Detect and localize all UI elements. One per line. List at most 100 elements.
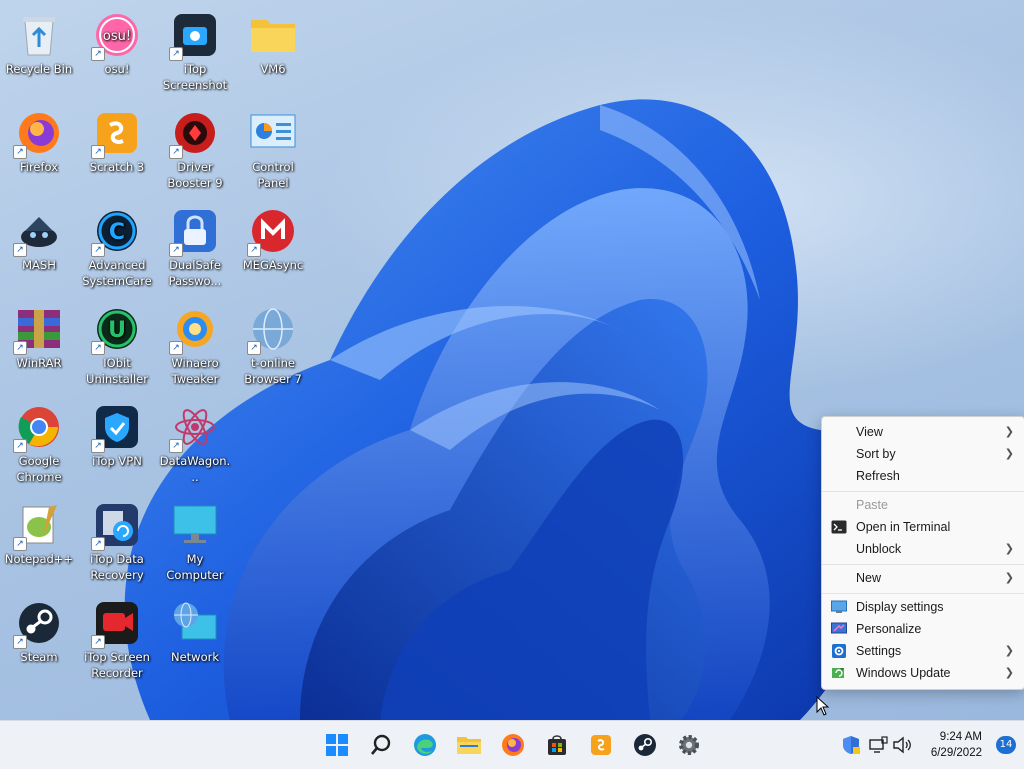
notification-badge[interactable]: 14	[996, 736, 1016, 754]
taskbar-edge[interactable]	[409, 729, 441, 761]
desktop[interactable]: Recycle Bin osu! ↗ osu! ↗ iTop Screenshot VM6 ↗…	[0, 0, 1024, 720]
desktop-icon-winrar[interactable]: ↗ WinRAR	[0, 299, 78, 371]
desktop-icon-chrome[interactable]: ↗ Google Chrome	[0, 397, 78, 485]
desktop-icon-itop-screenshot[interactable]: ↗ iTop Screenshot	[156, 5, 234, 93]
firefox-icon	[502, 734, 524, 756]
svg-text:osu!: osu!	[103, 29, 131, 44]
clock-time: 9:24 AM	[939, 731, 982, 743]
taskbar-steam[interactable]	[629, 729, 661, 761]
menu-item-paste: Paste	[822, 494, 1024, 516]
display-icon	[831, 600, 847, 613]
search-button[interactable]	[365, 729, 397, 761]
desktop-icon-label: VM6	[260, 62, 286, 76]
desktop-icon-label: Notepad++	[4, 552, 74, 566]
desktop-icon-network[interactable]: Network	[156, 593, 234, 665]
file-explorer-icon	[457, 737, 481, 754]
chrome-icon: ↗	[13, 403, 63, 453]
desktop-icon-my-computer[interactable]: My Computer	[156, 495, 234, 583]
desktop-icon-megasync[interactable]: ↗ MEGAsync	[234, 201, 312, 273]
start-button[interactable]	[321, 729, 353, 761]
desktop-icon-vm6[interactable]: VM6	[234, 5, 312, 77]
desktop-icon-dualsafe[interactable]: ↗ DualSafe Passwo...	[156, 201, 234, 289]
search-icon	[371, 734, 391, 755]
desktop-icon-control-panel[interactable]: Control Panel	[234, 103, 312, 191]
chevron-right-icon: ❯	[1004, 572, 1014, 584]
shortcut-arrow-icon: ↗	[169, 341, 183, 355]
desktop-icon-label: iTop Screen Recorder	[84, 650, 150, 680]
desktop-icon-iobit-uninstaller[interactable]: U ↗ IObit Uninstaller	[78, 299, 156, 387]
chevron-right-icon: ❯	[1004, 645, 1014, 657]
shortcut-arrow-icon: ↗	[91, 145, 105, 159]
menu-item-refresh-label: Refresh	[856, 469, 900, 483]
chevron-right-icon: ❯	[1004, 426, 1014, 438]
desktop-icon-label: MEGAsync	[242, 258, 304, 272]
desktop-icon-winaero[interactable]: ↗ Winaero Tweaker	[156, 299, 234, 387]
desktop-icon-mash[interactable]: ↗ MASH	[0, 201, 78, 273]
screen-recorder-icon: ↗	[91, 599, 141, 649]
desktop-icon-label: Advanced SystemCare	[82, 258, 152, 288]
shortcut-arrow-icon: ↗	[91, 537, 105, 551]
menu-item-view[interactable]: View ❯	[822, 421, 1024, 443]
menu-item-settings-label: Settings	[856, 644, 902, 658]
menu-item-new[interactable]: New ❯	[822, 567, 1024, 589]
desktop-icon-label: Steam	[20, 650, 58, 664]
network-icon	[171, 599, 219, 647]
desktop-icon-label: IObit Uninstaller	[86, 356, 148, 386]
clock[interactable]: 9:24 AM 6/29/2022	[931, 729, 982, 761]
gear-icon	[832, 644, 846, 658]
menu-item-windows-update[interactable]: Windows Update ❯	[822, 662, 1024, 684]
shortcut-arrow-icon: ↗	[169, 145, 183, 159]
taskbar-store[interactable]	[541, 729, 573, 761]
menu-item-sort-by[interactable]: Sort by ❯	[822, 443, 1024, 465]
volume-icon[interactable]	[892, 735, 912, 755]
shortcut-arrow-icon: ↗	[13, 635, 27, 649]
data-recovery-icon: ↗	[91, 501, 141, 551]
desktop-icon-label: Scratch 3	[89, 160, 145, 174]
taskbar-settings[interactable]	[673, 729, 705, 761]
menu-item-settings[interactable]: Settings ❯	[822, 640, 1024, 662]
desktop-icon-label: Winaero Tweaker	[171, 356, 219, 386]
menu-item-refresh[interactable]: Refresh	[822, 465, 1024, 487]
menu-item-personalize[interactable]: Personalize	[822, 618, 1024, 640]
scratch-icon: ↗	[91, 109, 141, 159]
mash-icon: ↗	[13, 207, 63, 257]
desktop-icon-recycle-bin[interactable]: Recycle Bin	[0, 5, 78, 77]
desktop-icon-osu[interactable]: osu! ↗ osu!	[78, 5, 156, 77]
edge-icon	[414, 734, 436, 756]
desktop-icon-notepadpp[interactable]: ↗ Notepad++	[0, 495, 78, 567]
menu-item-unblock-label: Unblock	[856, 542, 902, 556]
taskbar-scratch[interactable]	[585, 729, 617, 761]
menu-item-display-settings[interactable]: Display settings	[822, 596, 1024, 618]
desktop-icon-itop-data-recovery[interactable]: ↗ iTop Data Recovery	[78, 495, 156, 583]
taskbar-file-explorer[interactable]	[453, 729, 485, 761]
desktop-icon-t-online[interactable]: ↗ t-online Browser 7	[234, 299, 312, 387]
desktop-icon-label: iTop Data Recovery	[90, 552, 144, 582]
store-icon	[548, 735, 566, 755]
menu-item-windows-update-label: Windows Update	[856, 666, 951, 680]
shortcut-arrow-icon: ↗	[91, 635, 105, 649]
network-status-icon[interactable]	[868, 735, 888, 755]
menu-item-open-terminal[interactable]: Open in Terminal	[822, 516, 1024, 538]
desktop-icon-datawagon[interactable]: ↗ DataWagon...	[156, 397, 234, 485]
desktop-icon-itop-screen-recorder[interactable]: ↗ iTop Screen Recorder	[78, 593, 156, 681]
windows-start-icon	[326, 734, 348, 756]
desktop-icon-firefox[interactable]: ↗ Firefox	[0, 103, 78, 175]
monitor-icon	[171, 501, 219, 549]
mouse-cursor-icon	[816, 696, 830, 716]
desktop-icon-driver-booster[interactable]: ↗ Driver Booster 9	[156, 103, 234, 191]
menu-item-unblock[interactable]: Unblock ❯	[822, 538, 1024, 560]
taskbar-firefox[interactable]	[497, 729, 529, 761]
desktop-icon-scratch3[interactable]: ↗ Scratch 3	[78, 103, 156, 175]
shortcut-arrow-icon: ↗	[91, 243, 105, 257]
chevron-right-icon: ❯	[1004, 448, 1014, 460]
terminal-icon	[831, 520, 847, 534]
shortcut-arrow-icon: ↗	[91, 341, 105, 355]
desktop-icon-advanced-systemcare[interactable]: C ↗ Advanced SystemCare	[78, 201, 156, 289]
shortcut-arrow-icon: ↗	[91, 47, 105, 61]
desktop-icon-steam[interactable]: ↗ Steam	[0, 593, 78, 665]
security-shield-icon[interactable]	[841, 735, 861, 755]
desktop-icon-itop-vpn[interactable]: ↗ iTop VPN	[78, 397, 156, 469]
shortcut-arrow-icon: ↗	[13, 243, 27, 257]
menu-item-view-label: View	[856, 425, 883, 439]
camera-icon: ↗	[169, 11, 219, 61]
